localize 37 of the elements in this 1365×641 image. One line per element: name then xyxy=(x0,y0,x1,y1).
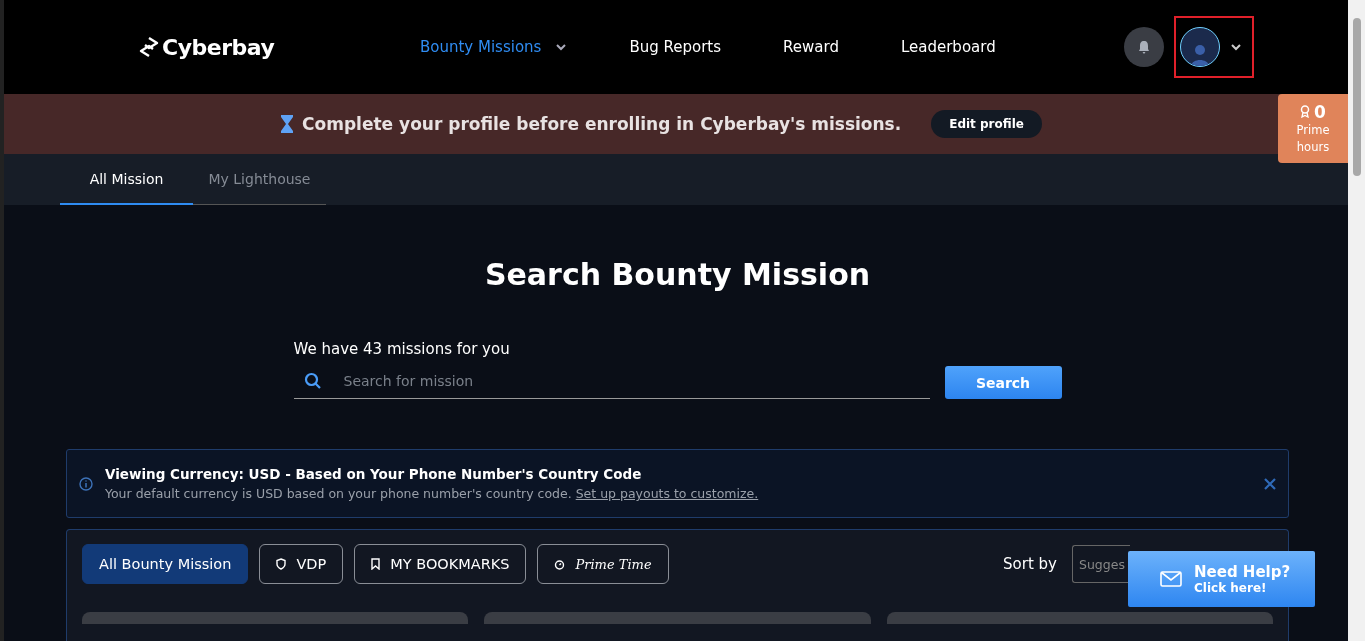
close-icon[interactable] xyxy=(1264,477,1276,490)
search-icon xyxy=(303,372,322,390)
banner-text: Complete your profile before enrolling in Cyberbay's missions. xyxy=(302,114,902,134)
filter-button[interactable]: VDP xyxy=(259,544,344,584)
sort-label: Sort by xyxy=(1003,555,1057,573)
notice-title: Viewing Currency: USD - Based on Your Phone Number's Country Code xyxy=(105,466,643,482)
award-icon xyxy=(1300,105,1311,118)
avatar[interactable] xyxy=(1180,27,1220,67)
edit-profile-button[interactable]: Edit profile xyxy=(931,110,1042,138)
logo-text[interactable]: Cyberbay xyxy=(162,34,275,60)
prime-hours-label: Prime hours xyxy=(1295,121,1331,156)
nav-link[interactable]: Leaderboard xyxy=(900,38,996,56)
mission-count-text: We have 43 missions for you xyxy=(293,340,511,358)
scrollbar[interactable] xyxy=(1348,0,1365,641)
notification-bell-button[interactable] xyxy=(1124,27,1164,67)
nav-link[interactable]: Bug Reports xyxy=(629,38,722,56)
notice-text: Your default currency is USD based on your phone number's country code. Set up payouts to customize. xyxy=(105,486,760,501)
logo-icon xyxy=(138,36,160,58)
bookmark-icon xyxy=(371,558,381,570)
tab[interactable]: My Lighthouse xyxy=(193,154,326,205)
timer-icon xyxy=(554,558,566,570)
info-icon xyxy=(79,476,93,491)
filter-button[interactable]: Prime Time xyxy=(537,544,669,584)
shield-icon xyxy=(276,558,287,570)
page-heading: Search Bounty Mission xyxy=(483,257,872,292)
payout-settings-link[interactable]: Set up payouts to customize. xyxy=(575,486,759,501)
chevron-down-icon[interactable] xyxy=(1230,43,1242,51)
bell-icon xyxy=(1136,39,1152,55)
nav-link[interactable]: Bounty Missions xyxy=(420,38,568,56)
envelope-icon xyxy=(1160,571,1182,587)
hourglass-icon xyxy=(280,114,295,134)
filter-button[interactable]: All Bounty Mission xyxy=(82,544,249,584)
tab[interactable]: All Mission xyxy=(60,154,193,205)
prime-hours-count: 0 xyxy=(1314,101,1326,122)
nav-link[interactable]: Reward xyxy=(783,38,839,56)
search-field[interactable]: Search for mission xyxy=(341,372,920,390)
filter-button[interactable]: MY BOOKMARKS xyxy=(354,544,527,584)
